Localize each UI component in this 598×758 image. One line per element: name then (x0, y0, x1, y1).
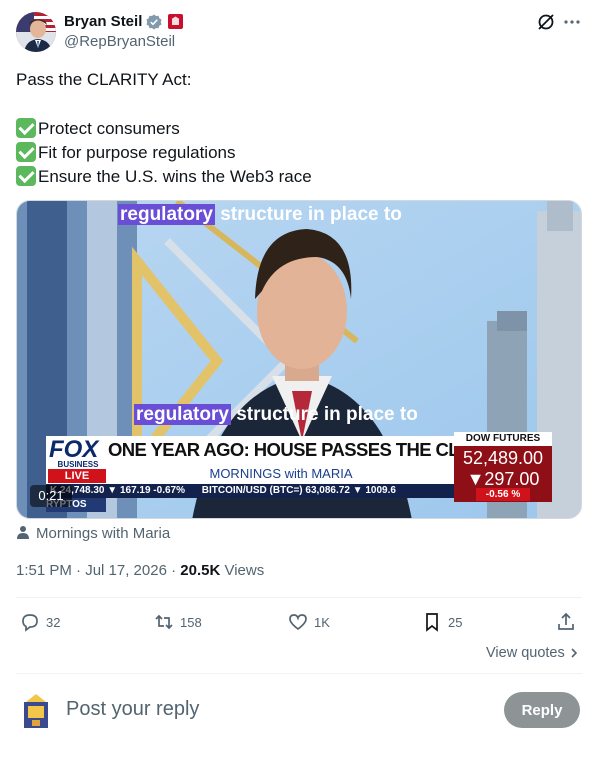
dow-change: ▼297.00 (466, 469, 540, 489)
chyron-headline: ONE YEAR AGO: HOUSE PASSES THE CLARITY A… (108, 436, 552, 464)
video-source[interactable]: Mornings with Maria (16, 525, 170, 542)
views-count: 20.5K (180, 562, 221, 579)
government-affiliation-icon[interactable] (168, 14, 183, 29)
view-quotes-link[interactable]: View quotes (486, 645, 579, 661)
reply-input[interactable]: Post your reply (66, 698, 199, 721)
tweet-bullet: Protect consumers (16, 118, 180, 139)
reply-submit-button[interactable]: Reply (504, 692, 580, 728)
tweet-bullet: Fit for purpose regulations (16, 142, 236, 163)
chevron-right-icon (571, 648, 577, 658)
reply-icon (22, 614, 38, 632)
tweet-timestamp[interactable]: 1:51 PM · Jul 17, 2026 · (16, 562, 180, 579)
dow-percent: -0.56 % (476, 488, 530, 501)
divider (16, 673, 582, 674)
tweet-intro: Pass the CLARITY Act: (16, 70, 192, 89)
repost-button[interactable]: 158 (154, 612, 202, 632)
dow-value: 52,489.00 (462, 448, 544, 468)
verified-badge-icon (146, 14, 162, 30)
video-caption: regulatory structure in place to (118, 204, 402, 225)
dow-label: DOW FUTURES (454, 432, 552, 446)
show-title: MORNINGS with MARIA (108, 464, 454, 484)
video-caption-overlay: regulatory structure in place to (134, 404, 418, 425)
user-avatar[interactable] (20, 692, 52, 730)
share-icon (558, 612, 574, 630)
repost-icon (155, 614, 173, 630)
more-options-icon[interactable] (562, 12, 582, 32)
reply-button[interactable]: 32 (20, 612, 60, 632)
dow-futures-box: DOW FUTURES 52,489.00 ▼297.00 -0.56 % (454, 432, 552, 502)
heart-icon (289, 614, 307, 631)
tweet-meta: 1:51 PM · Jul 17, 2026 · 20.5K Views (16, 562, 265, 579)
author-name[interactable]: Bryan Steil (64, 13, 142, 30)
divider (16, 597, 582, 598)
person-icon (17, 526, 29, 539)
grok-icon[interactable] (536, 12, 556, 32)
bookmark-icon (426, 613, 438, 632)
like-button[interactable]: 1K (288, 612, 330, 632)
author-handle[interactable]: @RepBryanSteil (64, 33, 175, 50)
fox-business-logo: FOX BUSINESS LIVE (46, 436, 108, 484)
check-mark-icon (16, 166, 36, 186)
author-avatar[interactable] (16, 12, 56, 52)
stock-ticker: K 24,748.30 ▼ 167.19 -0.67% BITCOIN/USD … (46, 484, 454, 498)
check-mark-icon (16, 118, 36, 138)
check-mark-icon (16, 142, 36, 162)
share-button[interactable] (556, 612, 582, 632)
video-duration: 0:21 (30, 485, 72, 507)
bookmark-button[interactable]: 25 (422, 612, 462, 632)
tweet-bullet: Ensure the U.S. wins the Web3 race (16, 166, 312, 187)
